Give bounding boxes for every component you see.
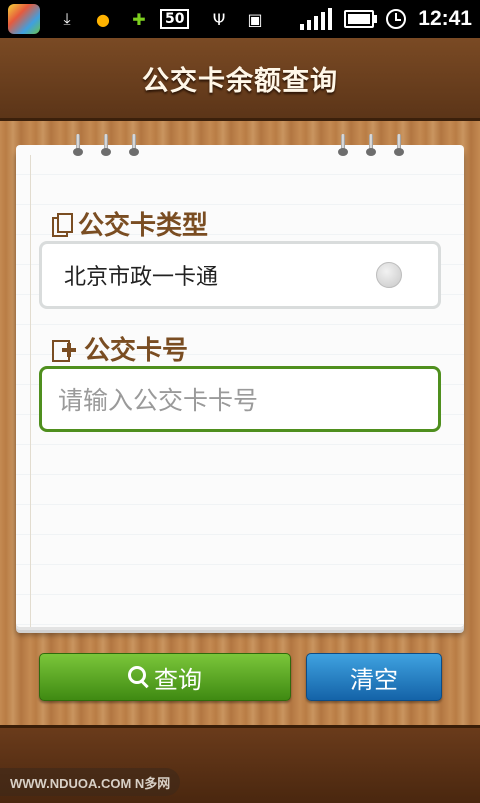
add-document-icon: [52, 338, 76, 362]
usb-icon: Ψ: [212, 9, 226, 29]
clear-button-label: 清空: [350, 665, 398, 694]
card-number-label-row: 公交卡号: [52, 330, 188, 367]
binder-ring-icon: [366, 134, 376, 158]
notepad-margin-line: [30, 155, 31, 627]
search-icon: [128, 666, 150, 688]
50-badge-icon: 50: [160, 9, 190, 29]
binder-ring-icon: [394, 134, 404, 158]
android-icon: ▣: [247, 9, 263, 29]
query-button-label: 查询: [154, 665, 202, 694]
title-bar: 公交卡余额查询: [0, 38, 480, 121]
card-type-label: 公交卡类型: [78, 211, 209, 241]
binder-ring-icon: [101, 134, 111, 158]
signal-icon: [300, 8, 333, 30]
binder-ring-icon: [338, 134, 348, 158]
documents-icon: [52, 212, 73, 237]
binder-ring-icon: [73, 134, 83, 158]
360-plus-icon: ✚: [132, 9, 146, 29]
watermark: WWW.NDUOA.COM N多网: [0, 768, 181, 796]
card-type-select[interactable]: 北京市政一卡通: [39, 241, 441, 309]
card-type-value: 北京市政一卡通: [64, 265, 219, 290]
binder-ring-icon: [129, 134, 139, 158]
card-type-label-row: 公交卡类型: [52, 205, 208, 242]
radio-button[interactable]: [376, 262, 402, 288]
qq-icon: ●: [96, 9, 110, 29]
status-bar: ⤓ ● ✚ 50 Ψ ▣ 12:41: [0, 0, 480, 38]
query-button[interactable]: 查询: [39, 653, 291, 701]
card-number-label: 公交卡号: [84, 336, 189, 366]
clear-button[interactable]: 清空: [306, 653, 442, 701]
app-launcher-icon: [8, 4, 40, 34]
alarm-icon: [386, 9, 407, 29]
page-title: 公交卡余额查询: [142, 65, 338, 97]
status-time: 12:41: [418, 7, 472, 30]
card-number-field-box: [39, 366, 441, 432]
card-number-input[interactable]: [56, 369, 430, 431]
battery-icon: [344, 10, 378, 28]
download-icon: ⤓: [63, 9, 71, 28]
